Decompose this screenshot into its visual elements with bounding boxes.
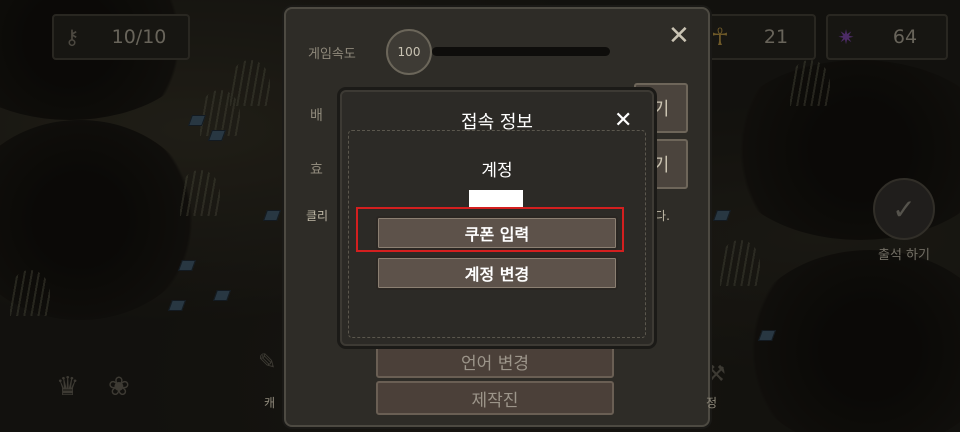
credits-button[interactable]: 제작진 [376, 381, 614, 415]
account-id-field [469, 190, 523, 207]
dialog-close-icon[interactable]: ✕ [614, 108, 632, 133]
game-speed-slider[interactable] [432, 47, 610, 56]
coupon-button-highlight [356, 207, 624, 252]
setting-row1-label: 배 [310, 108, 323, 124]
dialog-title: 접속 정보 [461, 112, 533, 133]
tool-label: 정 [706, 396, 718, 410]
settings-close-icon[interactable]: ✕ [668, 21, 690, 51]
account-label: 계정 [481, 161, 513, 181]
game-speed-label: 게임속도 [308, 47, 356, 62]
setting-row2-label: 효 [310, 162, 323, 178]
character-label: 캐 [264, 396, 276, 410]
language-change-button[interactable]: 언어 변경 [376, 344, 614, 378]
change-account-button[interactable]: 계정 변경 [376, 256, 618, 290]
settings-note-left: 클리 [306, 209, 329, 223]
game-speed-knob[interactable]: 100 [386, 29, 432, 75]
